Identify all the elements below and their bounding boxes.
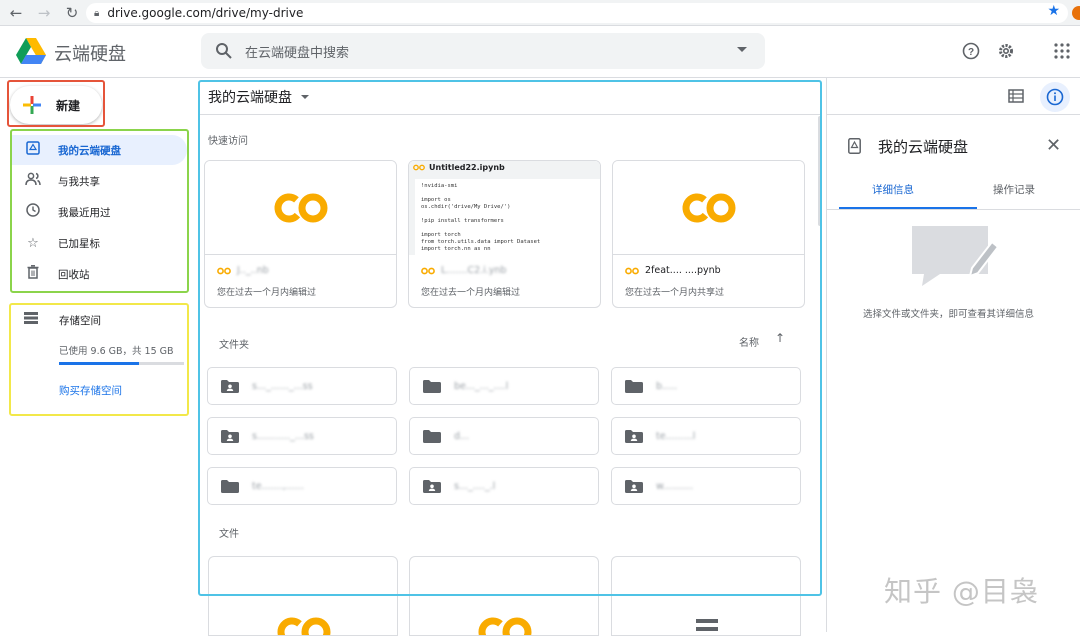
app-title: 云端硬盘 [54,44,126,65]
highlight-box-storage [9,303,189,416]
watermark-text: 知乎 @目袅 [884,575,1039,608]
drive-logo-icon[interactable] [16,38,46,64]
panel-divider [826,78,827,632]
profile-avatar[interactable] [1072,6,1080,20]
highlight-box-nav [10,129,189,293]
info-toggle-button[interactable] [1040,82,1070,112]
colab-logo-icon [277,617,331,635]
details-empty-message: 选择文件或文件夹，即可查看其详细信息 [863,309,1035,320]
tab-activity[interactable]: 操作记录 [993,182,1035,197]
search-input[interactable]: 在云端硬盘中搜索 [245,42,349,61]
highlight-box-new [7,80,105,127]
search-icon[interactable] [215,42,233,60]
panel-header-divider [826,114,1080,115]
lock-icon: 🔒︎ [94,7,100,19]
highlight-box-main [198,80,822,596]
help-icon[interactable]: ? [961,41,981,61]
bookmark-star-icon[interactable]: ★ [1047,3,1060,19]
browser-toolbar: ← → ↻ 🔒︎ drive.google.com/drive/my-drive… [0,0,1080,26]
forward-arrow-icon[interactable]: → [32,1,56,25]
back-arrow-icon[interactable]: ← [4,1,28,25]
app-header: 云端硬盘 在云端硬盘中搜索 ? [0,26,1080,78]
info-icon [1046,88,1064,106]
svg-text:?: ? [968,47,974,58]
url-text: drive.google.com/drive/my-drive [107,6,304,20]
empty-state-comment-illustration [912,226,1000,286]
tab-details[interactable]: 详细信息 [872,182,914,197]
settings-gear-icon[interactable] [996,41,1016,61]
reload-icon[interactable]: ↻ [60,1,84,25]
address-bar[interactable]: 🔒︎ drive.google.com/drive/my-drive [86,3,1068,23]
close-icon[interactable]: ✕ [1046,135,1061,156]
details-panel-title: 我的云端硬盘 [878,138,969,156]
tabs-divider [826,209,1080,210]
list-view-icon[interactable] [1006,86,1026,106]
file-lines-icon [696,619,718,631]
search-options-dropdown-icon[interactable] [737,47,747,52]
apps-grid-icon[interactable] [1052,41,1072,61]
drive-folder-icon [848,138,861,154]
search-bar[interactable]: 在云端硬盘中搜索 [201,33,765,69]
colab-logo-icon [478,617,532,635]
